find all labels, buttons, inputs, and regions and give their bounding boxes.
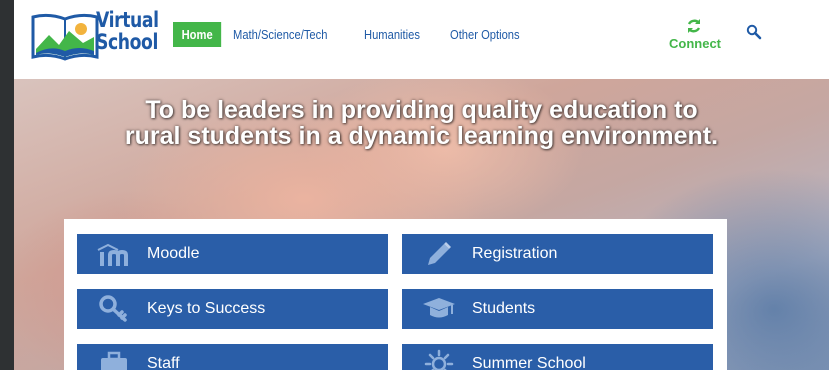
tile-registration-label: Registration (472, 245, 558, 262)
hero-banner: To be leaders in providing quality educa… (14, 79, 829, 370)
tile-moodle-label: Moodle (147, 245, 200, 262)
mission-statement: To be leaders in providing quality educa… (14, 97, 829, 149)
sun-icon (424, 349, 454, 370)
nav-home[interactable]: Home (173, 21, 222, 47)
nav-other-options[interactable]: Other Options (450, 27, 520, 42)
search-icon[interactable] (746, 24, 762, 40)
tile-students[interactable]: Students (402, 289, 713, 329)
tile-summer-school-label: Summer School (472, 355, 586, 370)
logo-icon[interactable] (31, 9, 99, 65)
mission-line-1: To be leaders in providing quality educa… (145, 96, 698, 124)
connect-button[interactable]: Connect (669, 18, 721, 51)
tile-registration[interactable]: Registration (402, 234, 713, 274)
tile-moodle[interactable]: Moodle (77, 234, 388, 274)
tile-keys-to-success-label: Keys to Success (147, 300, 266, 317)
brand-line-1: Virtual (96, 8, 159, 32)
tile-summer-school[interactable]: Summer School (402, 344, 713, 370)
nav-math-science-tech[interactable]: Math/Science/Tech (233, 27, 327, 42)
refresh-icon (687, 19, 701, 33)
mission-line-2: rural students in a dynamic learning env… (124, 122, 719, 150)
site-header: Virtual School Home Math/Science/Tech Hu… (14, 0, 829, 79)
tile-keys-to-success[interactable]: Keys to Success (77, 289, 388, 329)
page: Virtual School Home Math/Science/Tech Hu… (14, 0, 829, 370)
pencil-icon (428, 242, 451, 265)
brand-name[interactable]: Virtual School (96, 9, 159, 53)
tile-staff[interactable]: Staff (77, 344, 388, 370)
graduation-cap-icon (423, 298, 455, 318)
key-icon (99, 295, 127, 322)
quick-links-panel: Moodle Registration Keys to Success Stud… (64, 219, 727, 370)
main-nav: Home Math/Science/Tech Humanities Other … (173, 21, 552, 47)
nav-humanities[interactable]: Humanities (364, 27, 420, 42)
briefcase-icon (101, 351, 127, 370)
brand-line-2: School (96, 30, 158, 54)
tile-students-label: Students (472, 300, 536, 317)
connect-label: Connect (669, 36, 721, 51)
tile-staff-label: Staff (147, 355, 180, 370)
moodle-icon (97, 243, 128, 266)
